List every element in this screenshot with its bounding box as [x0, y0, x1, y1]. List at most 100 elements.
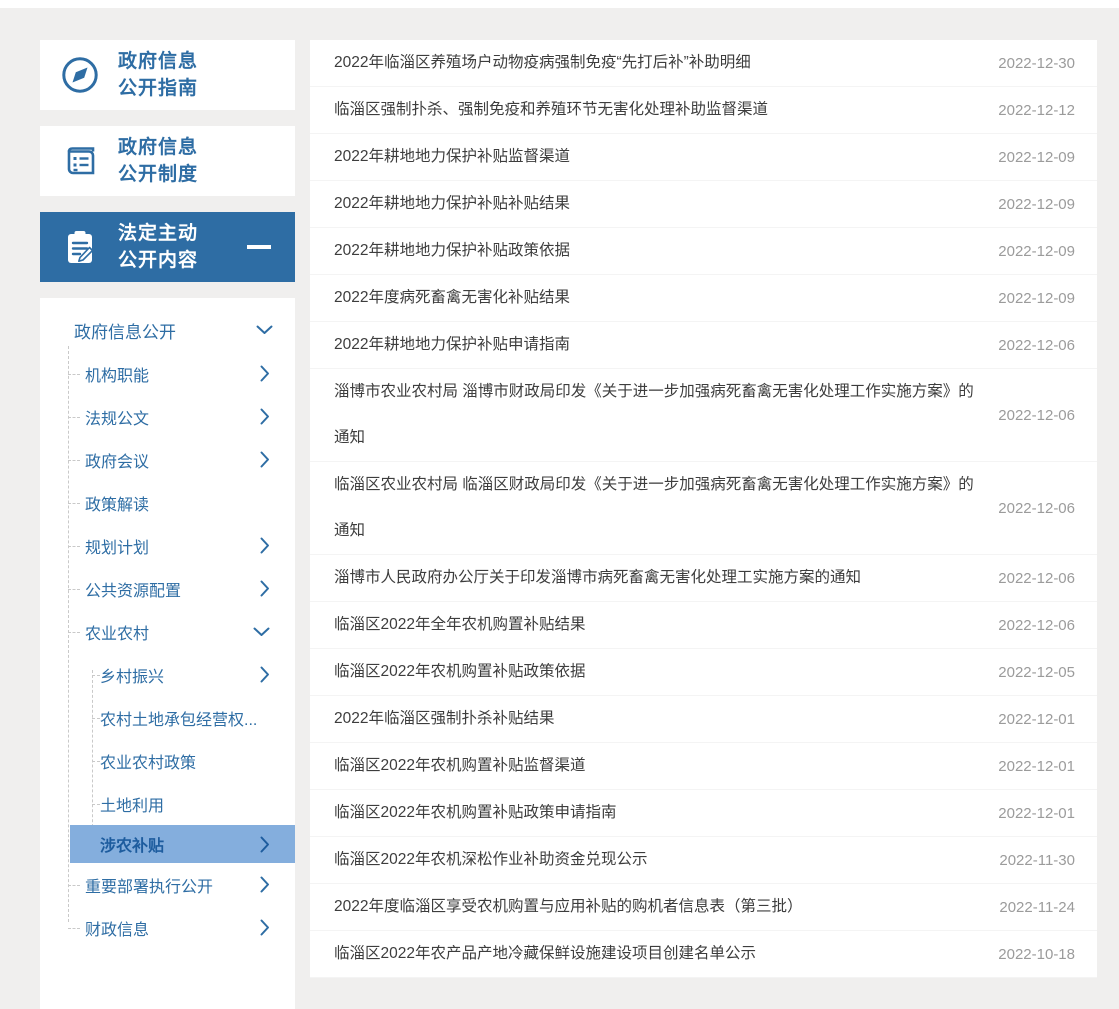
sidebar-item-label: 农业农村政策	[100, 749, 196, 773]
article-title-link[interactable]: 临淄区2022年农机购置补贴政策依据	[334, 649, 988, 695]
article-date: 2022-12-09	[989, 196, 1075, 213]
sidebar-quick-cards: 政府信息公开指南政府信息公开制度法定主动公开内容	[40, 40, 295, 282]
notebook-icon	[60, 141, 100, 181]
article-title-link[interactable]: 淄博市农业农村局 淄博市财政局印发《关于进一步加强病死畜禽无害化处理工作实施方案…	[334, 369, 988, 461]
sidebar-item-land-use[interactable]: 土地利用	[40, 782, 295, 825]
sidebar-item-key-deployment[interactable]: 重要部署执行公开	[40, 863, 295, 906]
article-title-link[interactable]: 临淄区2022年农机购置补贴监督渠道	[334, 743, 988, 789]
article-row: 临淄区2022年农产品产地冷藏保鲜设施建设项目创建名单公示2022-10-18	[310, 931, 1097, 978]
sidebar-item-rural-revitalization[interactable]: 乡村振兴	[40, 653, 295, 696]
chevron-right-icon	[260, 836, 270, 853]
sidebar-item-label: 农业农村	[85, 620, 149, 644]
chevron-right-icon	[260, 919, 270, 936]
article-date: 2022-12-01	[989, 711, 1075, 728]
article-title-link[interactable]: 2022年临淄区养殖场户动物疫病强制免疫“先打后补”补助明细	[334, 40, 988, 86]
article-date: 2022-11-24	[989, 899, 1075, 916]
article-title-link[interactable]: 淄博市人民政府办公厅关于印发淄博市病死畜禽无害化处理工实施方案的通知	[334, 555, 988, 601]
article-row: 2022年度临淄区享受农机购置与应用补贴的购机者信息表（第三批）2022-11-…	[310, 884, 1097, 931]
sidebar-item-label: 乡村振兴	[100, 663, 164, 687]
article-title-link[interactable]: 2022年度病死畜禽无害化补贴结果	[334, 275, 988, 321]
article-row: 淄博市人民政府办公厅关于印发淄博市病死畜禽无害化处理工实施方案的通知2022-1…	[310, 555, 1097, 602]
article-title-link[interactable]: 2022年耕地地力保护补贴监督渠道	[334, 134, 988, 180]
clipboard-pencil-icon	[60, 227, 100, 267]
article-title-link[interactable]: 2022年临淄区强制扑杀补贴结果	[334, 696, 988, 742]
sidebar-card-gov-info-guide[interactable]: 政府信息公开指南	[40, 40, 295, 110]
sidebar-item-label: 农村土地承包经营权...	[100, 706, 257, 730]
sidebar-item-label: 政府会议	[85, 448, 149, 472]
sidebar-item-public-resources[interactable]: 公共资源配置	[40, 567, 295, 610]
chevron-right-icon	[260, 537, 270, 554]
minus-icon	[247, 245, 271, 249]
sidebar-item-org-functions[interactable]: 机构职能	[40, 352, 295, 395]
sidebar-item-gov-meetings[interactable]: 政府会议	[40, 438, 295, 481]
sidebar: 政府信息公开指南政府信息公开制度法定主动公开内容 政府信息公开 机构职能法规公文…	[40, 40, 295, 1009]
sidebar-item-label: 涉农补贴	[100, 832, 164, 856]
article-date: 2022-12-09	[989, 149, 1075, 166]
article-date: 2022-12-09	[989, 290, 1075, 307]
sidebar-card-label: 政府信息公开制度	[118, 134, 198, 188]
sidebar-item-planning[interactable]: 规划计划	[40, 524, 295, 567]
article-row: 临淄区农业农村局 临淄区财政局印发《关于进一步加强病死畜禽无害化处理工作实施方案…	[310, 462, 1097, 555]
top-strip	[0, 0, 1119, 8]
sidebar-card-gov-info-system[interactable]: 政府信息公开制度	[40, 126, 295, 196]
sidebar-item-label: 机构职能	[85, 362, 149, 386]
menu-root-gov-info-disclosure[interactable]: 政府信息公开	[40, 308, 295, 352]
article-date: 2022-10-18	[989, 946, 1075, 963]
article-title-link[interactable]: 临淄区农业农村局 临淄区财政局印发《关于进一步加强病死畜禽无害化处理工作实施方案…	[334, 462, 988, 554]
article-date: 2022-12-30	[989, 55, 1075, 72]
article-row: 2022年临淄区养殖场户动物疫病强制免疫“先打后补”补助明细2022-12-30	[310, 40, 1097, 87]
article-date: 2022-12-05	[989, 664, 1075, 681]
sidebar-item-policy-interpretation[interactable]: 政策解读	[40, 481, 295, 524]
sidebar-item-label: 重要部署执行公开	[85, 873, 213, 897]
sidebar-card-statutory-disclosure[interactable]: 法定主动公开内容	[40, 212, 295, 282]
article-title-link[interactable]: 临淄区强制扑杀、强制免疫和养殖环节无害化处理补助监督渠道	[334, 87, 988, 133]
chevron-right-icon	[260, 451, 270, 468]
article-title-link[interactable]: 2022年耕地地力保护补贴补贴结果	[334, 181, 988, 227]
menu-root-label: 政府信息公开	[74, 318, 176, 343]
article-date: 2022-12-06	[989, 337, 1075, 354]
article-title-link[interactable]: 2022年耕地地力保护补贴政策依据	[334, 228, 988, 274]
chevron-down-icon	[253, 627, 270, 637]
sidebar-item-laws-documents[interactable]: 法规公文	[40, 395, 295, 438]
article-date: 2022-12-06	[989, 570, 1075, 587]
chevron-right-icon	[260, 666, 270, 683]
sidebar-item-agriculture-rural[interactable]: 农业农村	[40, 610, 295, 653]
article-row: 临淄区强制扑杀、强制免疫和养殖环节无害化处理补助监督渠道2022-12-12	[310, 87, 1097, 134]
article-row: 2022年临淄区强制扑杀补贴结果2022-12-01	[310, 696, 1097, 743]
article-title-link[interactable]: 2022年度临淄区享受农机购置与应用补贴的购机者信息表（第三批）	[334, 884, 988, 930]
sidebar-item-label: 财政信息	[85, 916, 149, 940]
article-title-link[interactable]: 临淄区2022年全年农机购置补贴结果	[334, 602, 988, 648]
article-date: 2022-12-01	[989, 758, 1075, 775]
sidebar-item-fiscal-info[interactable]: 财政信息	[40, 906, 295, 949]
article-date: 2022-12-12	[989, 102, 1075, 119]
chevron-right-icon	[260, 365, 270, 382]
article-title-link[interactable]: 2022年耕地地力保护补贴申请指南	[334, 322, 988, 368]
sidebar-item-agriculture-subsidies[interactable]: 涉农补贴	[70, 825, 295, 863]
article-title-link[interactable]: 临淄区2022年农产品产地冷藏保鲜设施建设项目创建名单公示	[334, 931, 988, 977]
sidebar-menu: 政府信息公开 机构职能法规公文政府会议政策解读规划计划公共资源配置农业农村乡村振…	[40, 298, 295, 1009]
article-list-panel: 2022年临淄区养殖场户动物疫病强制免疫“先打后补”补助明细2022-12-30…	[310, 40, 1097, 978]
menu-list: 机构职能法规公文政府会议政策解读规划计划公共资源配置农业农村乡村振兴农村土地承包…	[40, 352, 295, 949]
article-date: 2022-12-09	[989, 243, 1075, 260]
article-row: 淄博市农业农村局 淄博市财政局印发《关于进一步加强病死畜禽无害化处理工作实施方案…	[310, 369, 1097, 462]
article-date: 2022-12-06	[989, 617, 1075, 634]
sidebar-item-label: 公共资源配置	[85, 577, 181, 601]
sidebar-item-label: 规划计划	[85, 534, 149, 558]
sidebar-card-label: 法定主动公开内容	[118, 220, 198, 274]
article-title-link[interactable]: 临淄区2022年农机购置补贴政策申请指南	[334, 790, 988, 836]
chevron-right-icon	[260, 580, 270, 597]
sidebar-item-agriculture-policy[interactable]: 农业农村政策	[40, 739, 295, 782]
article-row: 2022年耕地地力保护补贴补贴结果2022-12-09	[310, 181, 1097, 228]
article-date: 2022-12-06	[989, 407, 1075, 424]
article-row: 2022年耕地地力保护补贴申请指南2022-12-06	[310, 322, 1097, 369]
article-row: 临淄区2022年农机购置补贴监督渠道2022-12-01	[310, 743, 1097, 790]
article-title-link[interactable]: 临淄区2022年农机深松作业补助资金兑现公示	[334, 837, 988, 883]
article-row: 2022年耕地地力保护补贴政策依据2022-12-09	[310, 228, 1097, 275]
sidebar-card-label: 政府信息公开指南	[118, 48, 198, 102]
article-row: 2022年度病死畜禽无害化补贴结果2022-12-09	[310, 275, 1097, 322]
sidebar-item-label: 法规公文	[85, 405, 149, 429]
article-date: 2022-12-06	[989, 500, 1075, 517]
chevron-right-icon	[260, 408, 270, 425]
compass-icon	[60, 55, 100, 95]
sidebar-item-rural-land-contract[interactable]: 农村土地承包经营权...	[40, 696, 295, 739]
